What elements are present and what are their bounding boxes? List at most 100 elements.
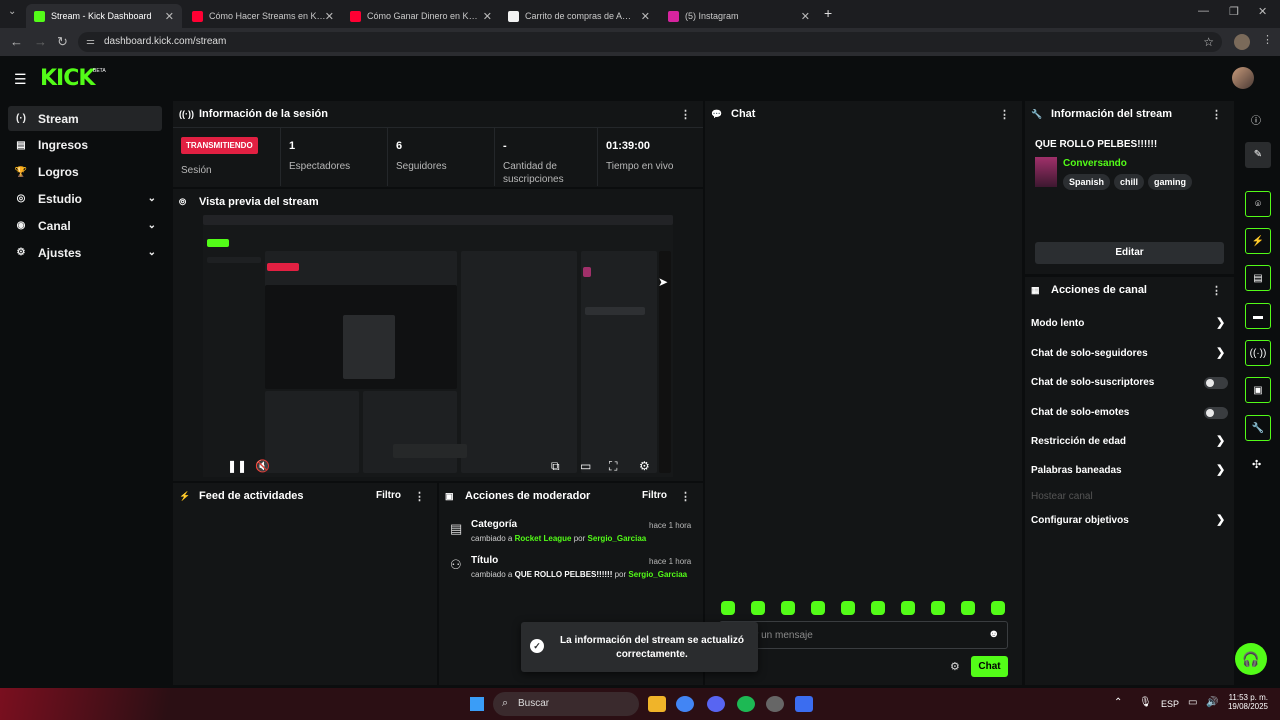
close-icon[interactable]: ✕ (801, 10, 810, 23)
taskbar-search[interactable]: ⌕ Buscar (493, 692, 639, 716)
tab-search-icon[interactable]: ⌄ (8, 6, 16, 17)
close-icon[interactable]: ✕ (325, 10, 334, 23)
activity-filter-button[interactable]: Filtro (376, 490, 401, 501)
chat-input[interactable]: Enviar un mensaje ☻ (719, 621, 1008, 649)
tag-chip[interactable]: Spanish (1063, 174, 1111, 190)
category-name[interactable]: Conversando (1063, 158, 1127, 169)
wrench-icon[interactable]: 🔧 (1245, 415, 1271, 441)
sidebar-item-logros[interactable]: 🏆 Logros (8, 160, 162, 185)
channel-action-2[interactable]: Chat de solo-suscriptores (1031, 377, 1154, 388)
detail-user[interactable]: Sergio_Garciaa (588, 534, 647, 543)
broadcast-icon[interactable]: ((·)) (1245, 340, 1271, 366)
profile-avatar[interactable] (1234, 34, 1250, 50)
chevron-right-icon[interactable]: ❯ (1216, 513, 1225, 526)
info-icon[interactable]: ⓘ (1251, 112, 1261, 127)
document-icon[interactable]: ▤ (1245, 265, 1271, 291)
toggle-switch[interactable] (1204, 377, 1228, 389)
tab-amazon[interactable]: Carrito de compras de Amazon ✕ (500, 4, 658, 28)
emote-icon[interactable] (781, 601, 795, 615)
tray-chevron-icon[interactable]: ⌃ (1114, 697, 1122, 708)
moderator-filter-button[interactable]: Filtro (642, 490, 667, 501)
channel-action-4[interactable]: Restricción de edad (1031, 436, 1126, 447)
edit-button[interactable]: Editar (1035, 242, 1224, 264)
emoji-picker-icon[interactable]: ☻ (988, 628, 1000, 640)
app-icon[interactable] (795, 696, 813, 712)
volume-icon[interactable]: 🔊 (1206, 697, 1218, 708)
channel-action-0[interactable]: Modo lento (1031, 318, 1084, 329)
minimize-icon[interactable]: — (1198, 5, 1209, 17)
maximize-icon[interactable]: ❐ (1229, 5, 1239, 18)
close-icon[interactable]: ✕ (483, 10, 492, 23)
user-avatar[interactable] (1232, 67, 1254, 89)
sidebar-item-ajustes[interactable]: ⚙ Ajustes ⌄ (8, 240, 162, 265)
close-icon[interactable]: ✕ (641, 10, 650, 23)
forward-arrow-icon[interactable]: → (34, 34, 47, 49)
chevron-right-icon[interactable]: ❯ (1216, 434, 1225, 447)
more-options-icon[interactable]: ⋮ (680, 108, 691, 121)
clock[interactable]: 11:53 p. m. 19/08/2025 (1226, 693, 1268, 711)
sidebar-item-ingresos[interactable]: ▤ Ingresos (8, 133, 162, 158)
chrome-icon[interactable] (676, 696, 694, 712)
chevron-down-icon[interactable]: ⌄ (148, 247, 156, 258)
language-indicator[interactable]: ESP (1161, 699, 1179, 709)
chevron-down-icon[interactable]: ⌄ (148, 193, 156, 204)
mic-icon[interactable]: 🎙 (1139, 697, 1152, 708)
discord-icon[interactable] (707, 696, 725, 712)
channel-action-7[interactable]: Configurar objetivos (1031, 515, 1129, 526)
emote-icon[interactable] (751, 601, 765, 615)
more-options-icon[interactable]: ⋮ (1211, 284, 1222, 297)
toggle-switch[interactable] (1204, 407, 1228, 419)
sidebar-item-estudio[interactable]: ◎ Estudio ⌄ (8, 186, 162, 211)
chevron-right-icon[interactable]: ❯ (1216, 316, 1225, 329)
tab-instagram[interactable]: (5) Instagram ✕ (660, 4, 818, 28)
tab-youtube-1[interactable]: Cómo Hacer Streams en Kick (C ✕ (184, 4, 342, 28)
close-window-icon[interactable]: ✕ (1258, 5, 1267, 18)
bookmark-star-icon[interactable]: ☆ (1203, 32, 1214, 52)
chevron-down-icon[interactable]: ⌄ (148, 220, 156, 231)
mute-icon[interactable]: 🔇 (255, 459, 270, 473)
obs-icon[interactable] (766, 696, 784, 712)
detail-user[interactable]: Sergio_Garciaa (628, 570, 687, 579)
sidebar-item-canal[interactable]: ◉ Canal ⌄ (8, 213, 162, 238)
theater-icon[interactable]: ▭ (580, 459, 591, 473)
new-tab-button[interactable]: + (824, 5, 832, 21)
channel-action-1[interactable]: Chat de solo-seguidores (1031, 348, 1148, 359)
more-options-icon[interactable]: ⋮ (680, 490, 691, 503)
more-options-icon[interactable]: ⋮ (414, 490, 425, 503)
site-info-icon[interactable]: ⚌ (86, 32, 95, 52)
emote-icon[interactable] (991, 601, 1005, 615)
reload-icon[interactable]: ↻ (57, 34, 68, 50)
edit-pencil-icon[interactable]: ✎ (1245, 142, 1271, 168)
tab-kick-dashboard[interactable]: Stream - Kick Dashboard ✕ (26, 4, 182, 28)
fullscreen-icon[interactable]: ⛶ (609, 459, 617, 474)
channel-action-3[interactable]: Chat de solo-emotes (1031, 407, 1129, 418)
chat-settings-icon[interactable]: ⚙ (950, 660, 960, 673)
close-icon[interactable]: ✕ (165, 10, 174, 23)
emote-icon[interactable] (811, 601, 825, 615)
windows-start-icon[interactable] (470, 697, 484, 711)
channel-action-5[interactable]: Palabras baneadas (1031, 465, 1122, 476)
emote-icon[interactable] (931, 601, 945, 615)
more-options-icon[interactable]: ⋮ (999, 108, 1010, 121)
emote-icon[interactable] (961, 601, 975, 615)
url-field[interactable]: ⚌ dashboard.kick.com/stream ☆ (78, 32, 1222, 52)
emote-icon[interactable] (871, 601, 885, 615)
stream-preview-video[interactable]: ➤ ❚❚ 🔇 ⧉ ▭ ⛶ ⚙ (203, 215, 673, 477)
sidebar-item-stream[interactable]: (·) Stream (8, 106, 162, 131)
more-options-icon[interactable]: ⋮ (1211, 108, 1222, 121)
tag-chip[interactable]: chill (1114, 174, 1145, 190)
chat-send-button[interactable]: Chat (971, 656, 1008, 677)
file-explorer-icon[interactable] (648, 696, 666, 712)
emote-icon[interactable] (721, 601, 735, 615)
support-headset-icon[interactable]: 🎧 (1235, 643, 1267, 675)
scan-icon[interactable]: ⌾ (1245, 191, 1271, 217)
kick-logo[interactable]: KICK (40, 66, 95, 91)
chevron-right-icon[interactable]: ❯ (1216, 346, 1225, 359)
pause-icon[interactable]: ❚❚ (227, 459, 247, 473)
apps-icon[interactable]: ✣ (1252, 458, 1261, 471)
tab-youtube-2[interactable]: Cómo Ganar Dinero en Kick Ha ✕ (342, 4, 500, 28)
tag-chip[interactable]: gaming (1148, 174, 1193, 190)
lightning-icon[interactable]: ⚡ (1245, 228, 1271, 254)
spotify-icon[interactable] (737, 696, 755, 712)
emote-icon[interactable] (841, 601, 855, 615)
